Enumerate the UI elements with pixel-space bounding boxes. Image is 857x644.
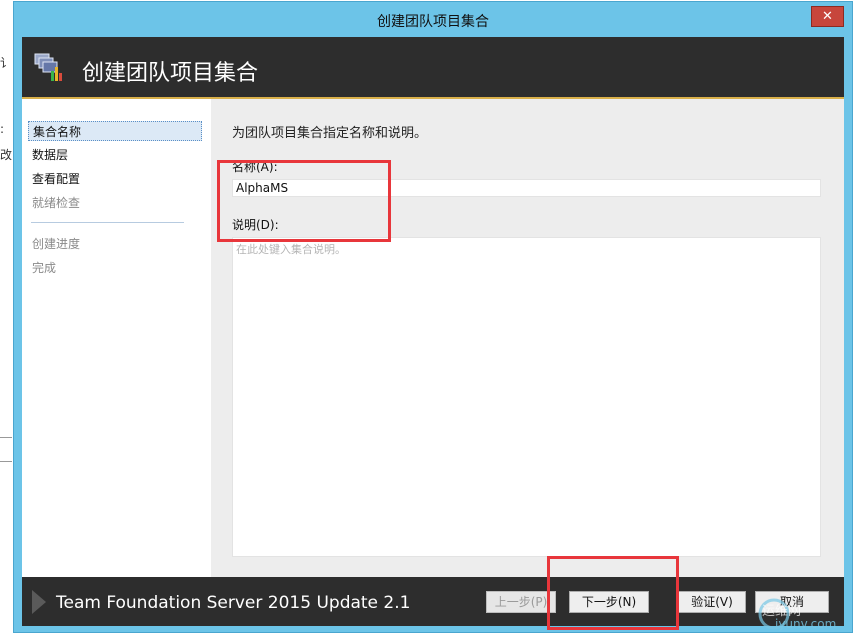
- background-text: 讠: [0, 56, 13, 70]
- verify-button[interactable]: 验证(V): [678, 591, 746, 613]
- background-divider: [0, 437, 12, 438]
- wizard-nav: 集合名称 数据层 查看配置 就绪检查 创建进度 完成: [22, 99, 211, 577]
- background-divider: [0, 461, 12, 462]
- nav-item-data-tier[interactable]: 数据层: [28, 145, 202, 165]
- content-area: 集合名称 数据层 查看配置 就绪检查 创建进度 完成 为团队项目集合指定名称和说…: [22, 99, 844, 577]
- close-icon: ✕: [822, 9, 833, 24]
- window-title: 创建团队项目集合: [377, 14, 489, 30]
- header-banner: 创建团队项目集合: [22, 37, 844, 99]
- background-text: 改: [0, 148, 13, 162]
- background-window-edge: 讠 : 改: [0, 0, 14, 644]
- nav-item-complete: 完成: [32, 261, 57, 275]
- dialog-window: 创建团队项目集合 ✕ 创建团队项目集合 集合名称 数据层 查看配置 就绪检查 创…: [13, 1, 853, 633]
- highlight-box-next-button: [547, 556, 679, 630]
- description-textarea[interactable]: 在此处键入集合说明。: [232, 237, 821, 557]
- page-title: 创建团队项目集合: [82, 61, 259, 86]
- nav-divider: [31, 222, 184, 223]
- intro-text: 为团队项目集合指定名称和说明。: [232, 126, 428, 141]
- watermark-url: iyunv.com: [775, 617, 837, 631]
- nav-item-readiness-checks: 就绪检查: [32, 196, 81, 210]
- product-name: Team Foundation Server 2015 Update 2.1: [56, 593, 411, 613]
- arrow-icon: [32, 590, 46, 614]
- nav-item-progress: 创建进度: [32, 237, 81, 251]
- title-bar[interactable]: 创建团队项目集合 ✕: [14, 2, 852, 37]
- previous-button[interactable]: 上一步(P): [486, 591, 556, 613]
- highlight-box-name-field: [217, 160, 391, 242]
- description-placeholder: 在此处键入集合说明。: [236, 243, 346, 256]
- nav-item-review[interactable]: 查看配置: [28, 169, 202, 189]
- close-button[interactable]: ✕: [811, 6, 844, 27]
- background-text: :: [0, 122, 5, 136]
- nav-item-collection-name[interactable]: 集合名称: [28, 121, 202, 141]
- footer-bar: Team Foundation Server 2015 Update 2.1 上…: [22, 577, 844, 626]
- team-collection-icon: [34, 53, 62, 81]
